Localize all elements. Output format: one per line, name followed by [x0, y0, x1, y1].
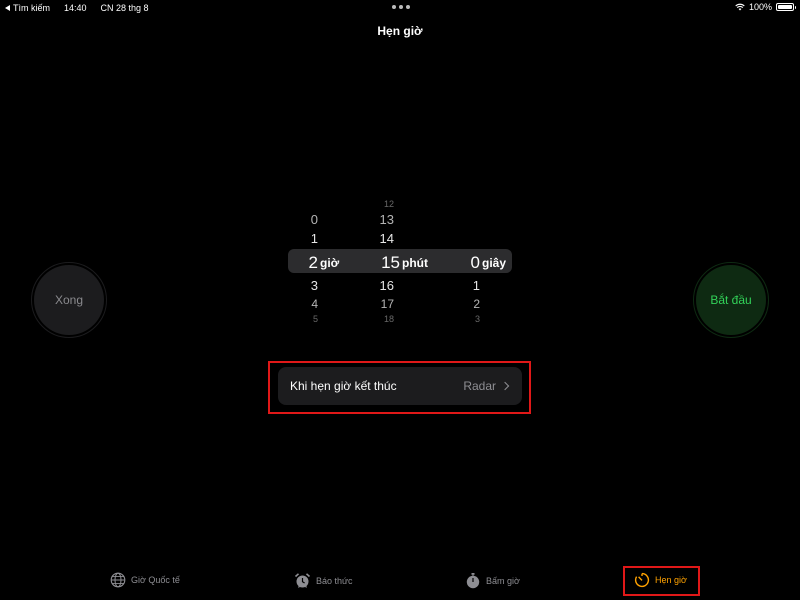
tab-stopwatch-label: Bấm giờ [486, 575, 520, 586]
cancel-button-label: Xong [54, 293, 84, 307]
battery-percent: 100% [748, 2, 772, 12]
minutes-option[interactable]: 16 [372, 278, 394, 293]
seconds-option[interactable]: 3 [458, 314, 480, 322]
back-to-search-link[interactable]: Tìm kiếm [13, 3, 50, 13]
alarm-clock-icon [294, 573, 311, 588]
duration-picker[interactable]: 0 1 2 giờ 3 4 5 12 13 14 15 phút 16 17 1… [288, 196, 512, 326]
seconds-selected[interactable]: 0 [458, 253, 480, 273]
cancel-button[interactable]: Xong [31, 262, 107, 338]
stopwatch-icon [466, 573, 480, 589]
tab-alarm[interactable]: Báo thức [294, 572, 353, 589]
hours-wheel[interactable]: 0 1 2 giờ 3 4 5 [288, 196, 358, 326]
tab-world-clock[interactable]: Giờ Quốc tế [110, 572, 180, 588]
tab-world-clock-label: Giờ Quốc tế [131, 575, 180, 585]
seconds-unit-label: giây [482, 256, 507, 270]
minutes-option[interactable]: 18 [372, 314, 394, 322]
hours-selected[interactable]: 2 [296, 253, 318, 273]
start-button-label: Bắt đầu [710, 293, 752, 307]
hours-option[interactable]: 1 [296, 231, 318, 246]
minutes-option[interactable]: 17 [372, 297, 394, 311]
minutes-unit-label: phút [402, 256, 428, 270]
status-left: Tìm kiếm 14:40 CN 28 thg 8 [5, 3, 149, 13]
hours-option[interactable]: 3 [296, 278, 318, 293]
annotation-highlight-box [268, 361, 531, 414]
multitasking-dots-icon[interactable] [392, 5, 410, 9]
minutes-option[interactable]: 13 [372, 212, 394, 227]
hours-unit-label: giờ [320, 256, 340, 270]
minutes-selected[interactable]: 15 [378, 253, 400, 273]
annotation-highlight-box [623, 566, 700, 596]
tab-alarm-label: Báo thức [316, 575, 353, 586]
seconds-wheel[interactable]: 0 giây 1 2 3 [448, 196, 512, 326]
status-right: 100% [735, 2, 796, 12]
minutes-option[interactable]: 12 [372, 199, 394, 207]
hours-option[interactable]: 5 [296, 314, 318, 322]
seconds-option[interactable]: 1 [458, 278, 480, 293]
status-time: 14:40 [64, 3, 87, 13]
tab-stopwatch[interactable]: Bấm giờ [465, 572, 520, 589]
minutes-wheel[interactable]: 12 13 14 15 phút 16 17 18 [364, 196, 444, 326]
wifi-icon [735, 3, 745, 11]
status-date: CN 28 thg 8 [100, 3, 149, 13]
status-bar: Tìm kiếm 14:40 CN 28 thg 8 100% [0, 0, 800, 16]
page-title: Hẹn giờ [377, 24, 423, 38]
back-arrow-icon[interactable] [5, 5, 10, 11]
hours-option[interactable]: 4 [296, 297, 318, 311]
globe-icon [110, 572, 126, 588]
hours-option[interactable]: 0 [296, 212, 318, 227]
start-button[interactable]: Bắt đầu [693, 262, 769, 338]
battery-icon [776, 3, 796, 11]
timer-screen: Tìm kiếm 14:40 CN 28 thg 8 100% Hẹn giờ … [0, 0, 800, 600]
seconds-option[interactable]: 2 [458, 297, 480, 311]
minutes-option[interactable]: 14 [372, 231, 394, 246]
